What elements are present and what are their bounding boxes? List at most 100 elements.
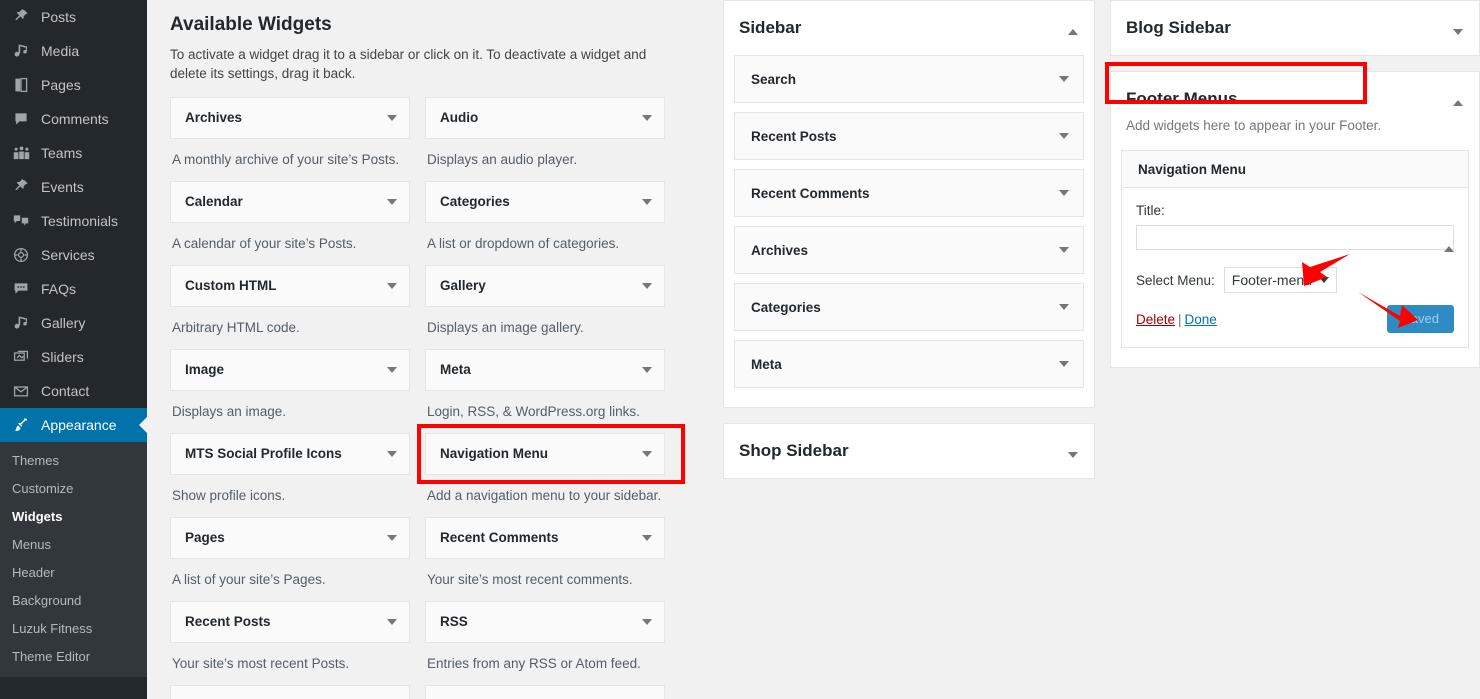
sidebar-widget-header[interactable]: Meta (735, 341, 1083, 387)
sidebar-item-services[interactable]: Services (0, 238, 147, 272)
submenu-item-theme-editor[interactable]: Theme Editor (0, 643, 147, 671)
blog-sidebar-panel-header[interactable]: Blog Sidebar (1111, 1, 1479, 55)
available-widget-archives[interactable]: Archives (170, 97, 410, 139)
sidebar-item-posts[interactable]: Posts (0, 0, 147, 34)
sidebar-panel-header[interactable]: Sidebar (724, 1, 1094, 55)
chevron-down-icon[interactable] (1059, 190, 1069, 196)
available-widget-categories[interactable]: Categories (425, 181, 665, 223)
chevron-down-icon[interactable] (387, 115, 397, 121)
chevron-down-icon[interactable] (642, 283, 652, 289)
sidebar-widget-categories[interactable]: Categories (734, 283, 1084, 331)
available-widget-meta[interactable]: Meta (425, 349, 665, 391)
available-widget-name: Pages (185, 530, 225, 546)
chevron-down-icon[interactable] (387, 619, 397, 625)
chevron-down-icon[interactable] (642, 199, 652, 205)
sidebar-widget-header[interactable]: Recent Posts (735, 113, 1083, 159)
chevron-down-icon[interactable] (387, 451, 397, 457)
chevron-down-icon[interactable] (642, 451, 652, 457)
sidebar-item-gallery[interactable]: Gallery (0, 306, 147, 340)
sidebar-widget-header[interactable]: Search (735, 56, 1083, 102)
chevron-up-icon[interactable] (1068, 29, 1078, 35)
available-widget-search[interactable]: Search (170, 685, 410, 699)
saved-button[interactable]: Saved (1387, 305, 1454, 333)
sidebar-item-faqs[interactable]: FAQs (0, 272, 147, 306)
available-widget-cell: Search (170, 685, 410, 699)
chevron-down-icon[interactable] (387, 283, 397, 289)
done-link[interactable]: Done (1185, 312, 1217, 327)
available-widget-recent-posts[interactable]: Recent Posts (170, 601, 410, 643)
navigation-menu-widget-header[interactable]: Navigation Menu (1122, 151, 1468, 252)
sidebar-widget-name: Search (751, 71, 797, 87)
sidebar-item-label: Posts (41, 9, 77, 25)
available-widget-rss[interactable]: RSS (425, 601, 665, 643)
sidebar-item-teams[interactable]: Teams (0, 136, 147, 170)
sidebar-item-contact[interactable]: Contact (0, 374, 147, 408)
sidebar-item-label: FAQs (41, 281, 77, 297)
chevron-up-icon[interactable] (1453, 100, 1463, 106)
navigation-menu-widget-form: Title: Select Menu: Footer-menu Delete |… (1122, 188, 1468, 347)
sidebar-widget-name: Recent Posts (751, 128, 837, 144)
available-widget-calendar[interactable]: Calendar (170, 181, 410, 223)
submenu-item-luzuk-fitness[interactable]: Luzuk Fitness (0, 615, 147, 643)
sidebar-widget-header[interactable]: Categories (735, 284, 1083, 330)
submenu-item-customize[interactable]: Customize (0, 475, 147, 503)
sidebar-item-sliders[interactable]: Sliders (0, 340, 147, 374)
available-widget-audio[interactable]: Audio (425, 97, 665, 139)
blog-sidebar-panel-title: Blog Sidebar (1126, 18, 1231, 37)
chevron-down-icon[interactable] (642, 115, 652, 121)
available-widget-gallery[interactable]: Gallery (425, 265, 665, 307)
chevron-down-icon[interactable] (642, 619, 652, 625)
available-widget-custom-html[interactable]: Custom HTML (170, 265, 410, 307)
chevron-up-icon[interactable] (1444, 246, 1454, 252)
submenu-item-widgets[interactable]: Widgets (0, 503, 147, 531)
available-widget-mts-social-profile-icons[interactable]: MTS Social Profile Icons (170, 433, 410, 475)
sidebar-item-label: Pages (41, 77, 81, 93)
sidebar-item-events[interactable]: Events (0, 170, 147, 204)
chevron-down-icon[interactable] (642, 535, 652, 541)
chevron-down-icon[interactable] (1059, 247, 1069, 253)
pushpin-icon (10, 177, 32, 197)
submenu-item-header[interactable]: Header (0, 559, 147, 587)
available-widget-pages[interactable]: Pages (170, 517, 410, 559)
chevron-down-icon[interactable] (1059, 361, 1069, 367)
available-widget-tag-cloud[interactable]: Tag Cloud (425, 685, 665, 699)
chevron-down-icon[interactable] (1059, 304, 1069, 310)
shop-sidebar-panel-header[interactable]: Shop Sidebar (724, 424, 1094, 478)
sidebar-widget-recent-posts[interactable]: Recent Posts (734, 112, 1084, 160)
chevron-down-icon[interactable] (1453, 29, 1463, 35)
slider-icon (10, 347, 32, 367)
submenu-item-background[interactable]: Background (0, 587, 147, 615)
select-menu-dropdown[interactable]: Footer-menu (1223, 267, 1337, 293)
available-widget-recent-comments[interactable]: Recent Comments (425, 517, 665, 559)
available-widget-navigation-menu[interactable]: Navigation Menu (425, 433, 665, 475)
chevron-down-icon[interactable] (1318, 277, 1329, 283)
sidebar-widget-recent-comments[interactable]: Recent Comments (734, 169, 1084, 217)
chevron-down-icon[interactable] (1068, 452, 1078, 458)
widget-actions-row: Delete | Done Saved (1136, 305, 1454, 333)
chevron-down-icon[interactable] (1059, 76, 1069, 82)
sidebar-item-testimonials[interactable]: Testimonials (0, 204, 147, 238)
delete-link[interactable]: Delete (1136, 312, 1175, 327)
sidebar-widget-meta[interactable]: Meta (734, 340, 1084, 388)
available-widget-cell: MTS Social Profile Icons Show profile ico… (170, 433, 410, 517)
available-widget-image[interactable]: Image (170, 349, 410, 391)
chevron-down-icon[interactable] (642, 367, 652, 373)
sidebar-item-media[interactable]: Media (0, 34, 147, 68)
chevron-down-icon[interactable] (387, 199, 397, 205)
sidebar-widget-search[interactable]: Search (734, 55, 1084, 103)
submenu-item-menus[interactable]: Menus (0, 531, 147, 559)
sidebar-panel: Sidebar Search Recent Posts Recent Comment… (723, 0, 1095, 408)
submenu-item-themes[interactable]: Themes (0, 447, 147, 475)
sidebar-widget-archives[interactable]: Archives (734, 226, 1084, 274)
sidebar-item-appearance[interactable]: Appearance (0, 408, 147, 442)
available-widget-name: Archives (185, 110, 243, 126)
chevron-down-icon[interactable] (387, 367, 397, 373)
sidebar-widget-header[interactable]: Archives (735, 227, 1083, 273)
title-input[interactable] (1136, 225, 1454, 250)
chevron-down-icon[interactable] (1059, 133, 1069, 139)
sidebar-item-comments[interactable]: Comments (0, 102, 147, 136)
footer-menus-panel-header[interactable]: Footer Menus Add widgets here to appear … (1111, 72, 1479, 150)
sidebar-widget-header[interactable]: Recent Comments (735, 170, 1083, 216)
chevron-down-icon[interactable] (387, 535, 397, 541)
sidebar-item-pages[interactable]: Pages (0, 68, 147, 102)
